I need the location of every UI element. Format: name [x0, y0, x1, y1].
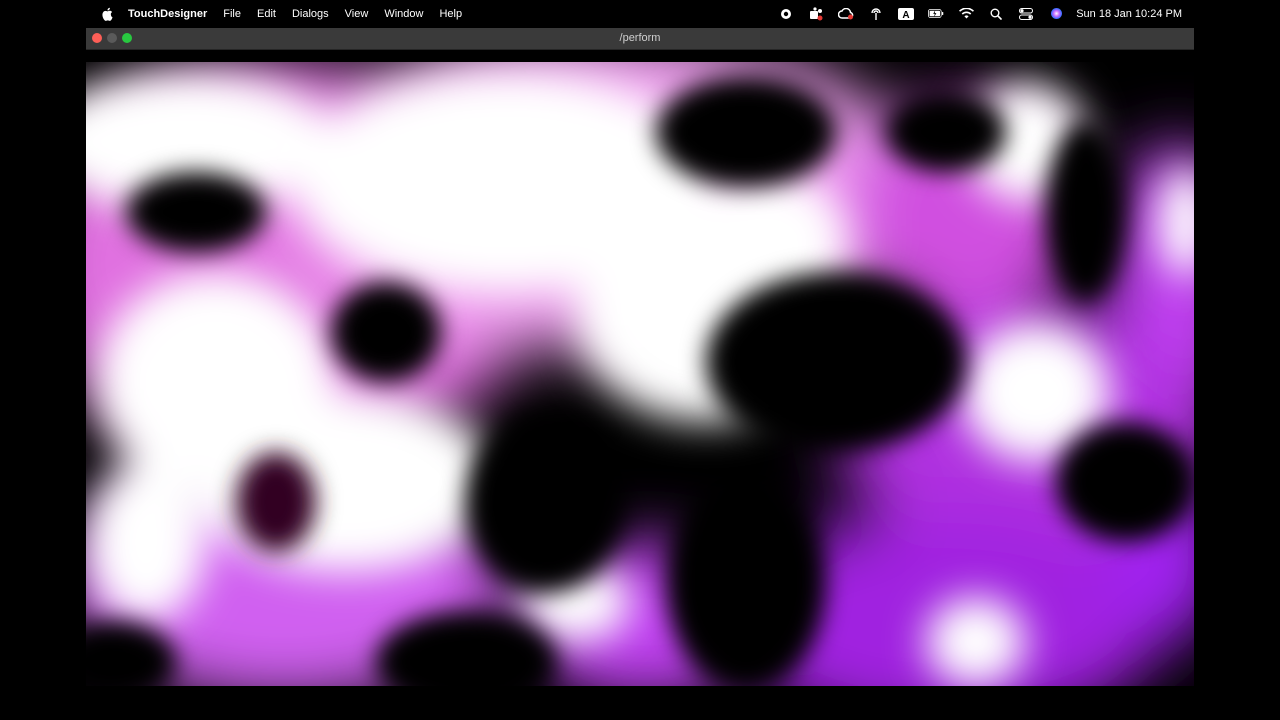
spotlight-search-icon[interactable]: [988, 6, 1004, 22]
window-title: /perform: [619, 32, 661, 44]
window-title-bar[interactable]: /perform: [86, 28, 1194, 50]
menu-edit[interactable]: Edit: [257, 8, 276, 20]
wifi-icon[interactable]: [958, 6, 974, 22]
battery-icon[interactable]: [928, 6, 944, 22]
menu-bar: TouchDesigner File Edit Dialogs View Win…: [0, 0, 1280, 27]
perform-window: /perform: [86, 28, 1194, 686]
apple-menu-icon[interactable]: [100, 7, 114, 21]
airdrop-icon[interactable]: [868, 6, 884, 22]
menu-window[interactable]: Window: [384, 8, 423, 20]
creative-cloud-icon[interactable]: [838, 6, 854, 22]
screen-record-icon[interactable]: [778, 6, 794, 22]
perform-output-canvas[interactable]: [86, 62, 1194, 686]
input-source-letter: A: [903, 10, 910, 20]
menu-bar-clock[interactable]: Sun 18 Jan 10:24 PM: [1076, 8, 1182, 20]
menu-dialogs[interactable]: Dialogs: [292, 8, 329, 20]
teams-icon[interactable]: [808, 6, 824, 22]
control-center-icon[interactable]: [1018, 6, 1034, 22]
menu-file[interactable]: File: [223, 8, 241, 20]
noise-visual-output: [86, 62, 1194, 686]
menu-view[interactable]: View: [345, 8, 369, 20]
app-menu-touchdesigner[interactable]: TouchDesigner: [128, 8, 207, 20]
menu-help[interactable]: Help: [439, 8, 462, 20]
input-source-icon[interactable]: A: [898, 6, 915, 22]
siri-icon[interactable]: [1048, 6, 1064, 22]
